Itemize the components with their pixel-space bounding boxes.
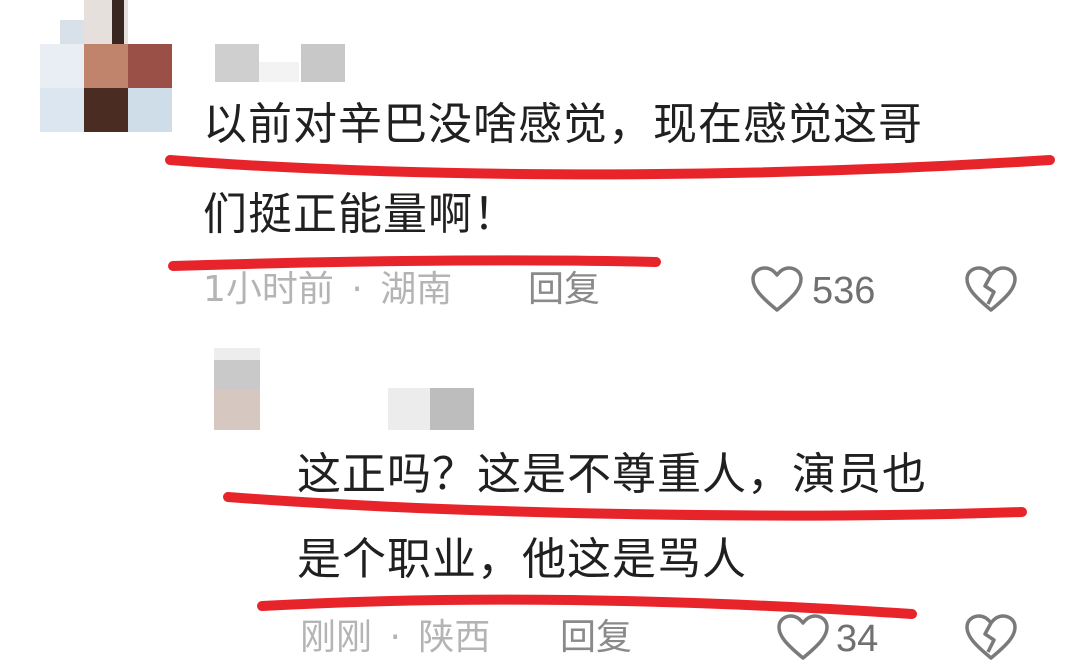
comment-location: 陕西 [418, 617, 491, 658]
comment-meta: 刚刚 · 陕西 [300, 620, 490, 656]
comment-time: 刚刚 [300, 617, 373, 658]
meta-separator: · [351, 269, 363, 310]
avatar-mosaic-icon [40, 0, 172, 132]
username-mosaic-icon [388, 388, 474, 430]
like-count: 536 [812, 270, 876, 312]
username-mosaic-icon [215, 44, 345, 82]
comment-time: 1小时前 [203, 269, 334, 310]
comment-text-line-1: 以前对辛巴没啥感觉，现在感觉这哥 [203, 99, 923, 150]
comment-text-line-2: 们挺正能量啊！ [203, 189, 518, 240]
username-redacted[interactable] [215, 44, 345, 82]
comment-text-line-2: 是个职业，他这是骂人 [297, 534, 747, 585]
avatar-mosaic-icon [214, 348, 260, 430]
heart-outline-icon[interactable] [750, 266, 804, 314]
meta-separator: · [389, 617, 401, 658]
broken-heart-icon[interactable] [964, 614, 1018, 662]
reply-button[interactable]: 回复 [528, 272, 600, 308]
comment-meta: 1小时前 · 湖南 [203, 272, 452, 308]
heart-outline-icon[interactable] [776, 614, 830, 662]
avatar[interactable] [40, 0, 172, 132]
broken-heart-icon[interactable] [964, 266, 1018, 314]
avatar[interactable] [214, 348, 260, 430]
comment-location: 湖南 [380, 269, 453, 310]
like-count: 34 [836, 618, 879, 660]
username-redacted[interactable] [388, 388, 474, 430]
comment-text-line-1: 这正吗？这是不尊重人，演员也 [297, 449, 927, 500]
reply-button[interactable]: 回复 [560, 620, 632, 656]
